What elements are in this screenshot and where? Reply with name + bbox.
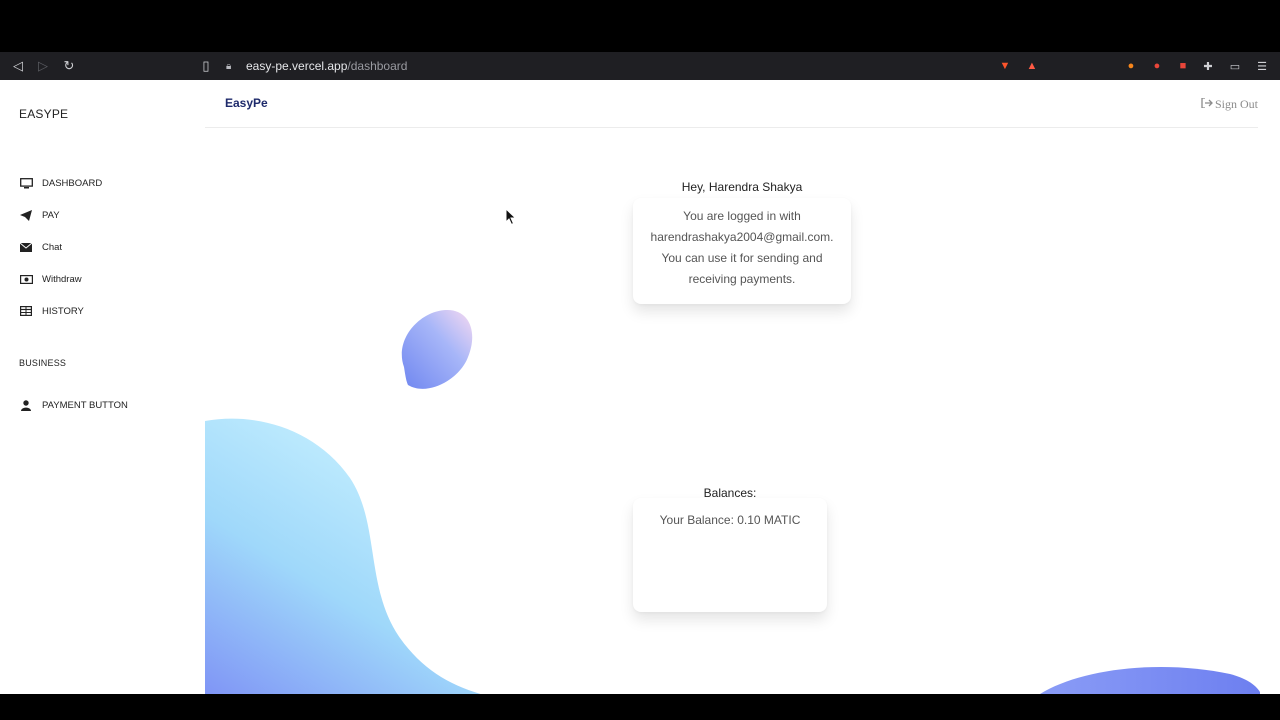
paper-plane-icon xyxy=(19,209,33,221)
brave-rewards-icon[interactable]: ▲ xyxy=(1023,57,1041,75)
screen-bottom-border xyxy=(0,694,1280,720)
sidebar-item-label: PAYMENT BUTTON xyxy=(42,399,128,411)
greeting-title: Hey, Harendra Shakya xyxy=(681,180,803,194)
wallet-icon[interactable]: ▭ xyxy=(1226,57,1244,75)
greeting-line: You can use it for sending and xyxy=(661,251,823,265)
sidebar-item-label: Withdraw xyxy=(42,273,82,285)
mouse-cursor-icon xyxy=(505,208,517,226)
sign-out-icon xyxy=(1201,97,1213,111)
url-path: /dashboard xyxy=(347,59,408,73)
sidebar-item-label: HISTORY xyxy=(42,305,84,317)
balance-title: Balances: xyxy=(703,486,757,500)
brave-shield-icon[interactable]: ▼ xyxy=(996,57,1014,75)
sidebar-item-chat[interactable]: Chat xyxy=(19,240,62,254)
table-icon xyxy=(19,305,33,317)
browser-toolbar: ◁ ▷ ↻ ▯ 🔒︎ easy-pe.vercel.app/dashboard … xyxy=(0,52,1280,80)
sidebar-brand[interactable]: EASYPE xyxy=(19,107,68,121)
sidebar-item-dashboard[interactable]: DASHBOARD xyxy=(19,176,102,190)
greeting-card: Hey, Harendra Shakya You are logged in w… xyxy=(633,180,851,304)
sign-out-label: Sign Out xyxy=(1214,97,1258,111)
lock-icon: 🔒︎ xyxy=(226,60,232,72)
metamask-icon[interactable]: ● xyxy=(1122,57,1140,75)
screen-top-border xyxy=(0,0,1280,52)
balance-card: Balances: Your Balance: 0.10 MATIC xyxy=(633,486,827,612)
greeting-body: You are logged in with harendrashakya200… xyxy=(641,206,843,290)
sidebar-item-payment-button[interactable]: PAYMENT BUTTON xyxy=(19,398,128,412)
web-page: EASYPE DASHBOARD PAY Chat Withdraw HISTO… xyxy=(0,80,1280,694)
forward-icon[interactable]: ▷ xyxy=(31,52,55,80)
header-title[interactable]: EasyPe xyxy=(225,96,268,110)
sidebar-item-history[interactable]: HISTORY xyxy=(19,304,84,318)
balance-value: Your Balance: 0.10 MATIC xyxy=(659,513,801,527)
address-bar[interactable]: 🔒︎ easy-pe.vercel.app/dashboard xyxy=(226,56,996,76)
greeting-line: receiving payments. xyxy=(688,272,796,286)
page-header: EasyPe Sign Out xyxy=(205,80,1258,128)
main-content: EasyPe Sign Out Hey, Harendra Shakya You… xyxy=(205,80,1280,694)
decorative-blob-small xyxy=(401,309,473,389)
bookmark-icon[interactable]: ▯ xyxy=(194,52,218,80)
monitor-icon xyxy=(19,177,33,189)
decorative-blob-bottom xyxy=(1040,666,1260,694)
back-icon[interactable]: ◁ xyxy=(6,52,30,80)
decorative-blob-large xyxy=(205,418,481,694)
sidebar-item-label: PAY xyxy=(42,209,60,221)
sidebar: EASYPE DASHBOARD PAY Chat Withdraw HISTO… xyxy=(0,80,205,694)
puzzle-icon[interactable]: ✚ xyxy=(1199,57,1217,75)
greeting-line: You are logged in with xyxy=(683,209,801,223)
sidebar-item-withdraw[interactable]: Withdraw xyxy=(19,272,82,286)
money-icon xyxy=(19,273,33,285)
url-host: easy-pe.vercel.app xyxy=(246,59,348,73)
sidebar-item-pay[interactable]: PAY xyxy=(19,208,60,222)
extension-icon[interactable]: ● xyxy=(1148,57,1166,75)
extension-icon[interactable]: ■ xyxy=(1174,57,1192,75)
sign-out-button[interactable]: Sign Out xyxy=(1201,97,1258,112)
reload-icon[interactable]: ↻ xyxy=(57,52,81,80)
user-icon xyxy=(19,399,33,411)
user-email: harendrashakya2004@gmail.com. xyxy=(650,230,834,244)
envelope-icon xyxy=(19,241,33,253)
menu-icon[interactable]: ☰ xyxy=(1253,57,1271,75)
sidebar-section-business: BUSINESS xyxy=(19,358,67,368)
sidebar-item-label: Chat xyxy=(42,241,63,253)
sidebar-item-label: DASHBOARD xyxy=(42,177,103,189)
